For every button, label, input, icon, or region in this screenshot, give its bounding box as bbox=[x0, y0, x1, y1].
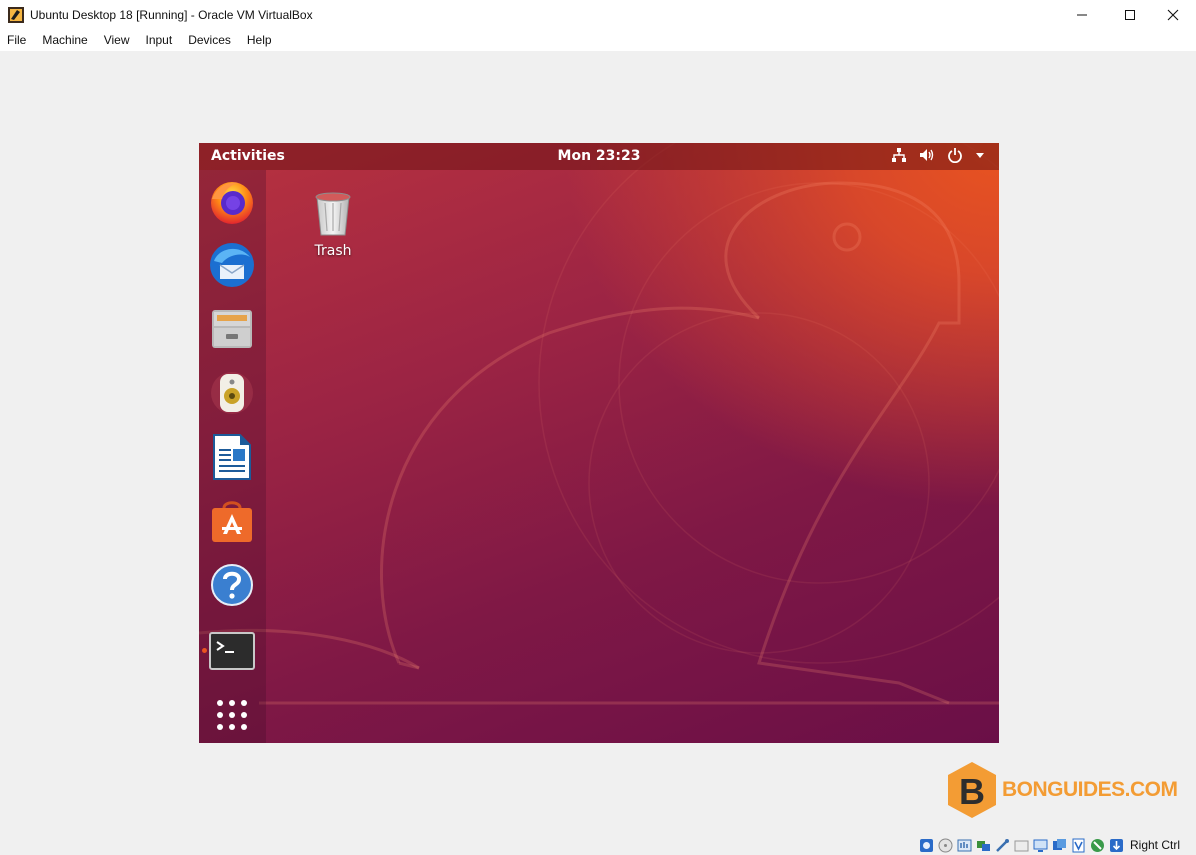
close-icon bbox=[1167, 9, 1179, 21]
dock-thunderbird[interactable] bbox=[207, 240, 257, 290]
display-icon[interactable] bbox=[1033, 838, 1048, 853]
dock-ubuntu-software[interactable] bbox=[207, 496, 257, 546]
dock-firefox[interactable] bbox=[207, 176, 257, 226]
host-key-label: Right Ctrl bbox=[1129, 838, 1180, 852]
network-icon[interactable] bbox=[891, 147, 907, 163]
close-button[interactable] bbox=[1150, 0, 1196, 30]
menu-file[interactable]: File bbox=[0, 30, 34, 51]
maximize-button[interactable] bbox=[1107, 0, 1153, 30]
virtualbox-app-icon bbox=[8, 7, 24, 23]
minimize-button[interactable] bbox=[1059, 0, 1105, 30]
vm-statusbar: Right Ctrl bbox=[0, 835, 1196, 855]
bonguides-logo-icon: B bbox=[948, 762, 996, 818]
minimize-icon bbox=[1077, 14, 1087, 16]
hard-disk-icon[interactable] bbox=[919, 838, 934, 853]
dock-rhythmbox[interactable] bbox=[207, 368, 257, 418]
virtualization-icon[interactable] bbox=[1071, 838, 1086, 853]
dock-help[interactable] bbox=[207, 560, 257, 610]
power-icon[interactable] bbox=[947, 147, 963, 163]
dock-show-applications[interactable] bbox=[207, 690, 257, 740]
maximize-icon bbox=[1125, 10, 1135, 20]
trash-icon bbox=[315, 192, 351, 236]
recording-icon[interactable] bbox=[1052, 838, 1067, 853]
menu-view[interactable]: View bbox=[96, 30, 138, 51]
dock-terminal[interactable] bbox=[207, 626, 257, 676]
gnome-topbar: Activities Mon 23:23 bbox=[199, 143, 999, 170]
menu-input[interactable]: Input bbox=[138, 30, 181, 51]
menubar: File Machine View Input Devices Help bbox=[0, 30, 1196, 51]
rhythmbox-icon bbox=[211, 372, 253, 414]
system-tray[interactable] bbox=[891, 147, 985, 163]
menu-devices[interactable]: Devices bbox=[180, 30, 239, 51]
window-title: Ubuntu Desktop 18 [Running] - Oracle VM … bbox=[30, 8, 313, 22]
show-applications-icon bbox=[217, 700, 247, 730]
svg-text:B: B bbox=[959, 771, 985, 812]
menu-arrow-icon[interactable] bbox=[975, 147, 985, 163]
shared-folders-icon[interactable] bbox=[1014, 838, 1029, 853]
network-adapter-icon[interactable] bbox=[976, 838, 991, 853]
keyboard-capture-icon[interactable] bbox=[1109, 838, 1124, 853]
help-icon bbox=[211, 564, 253, 606]
window-titlebar: Ubuntu Desktop 18 [Running] - Oracle VM … bbox=[0, 0, 1196, 30]
ubuntu-software-icon bbox=[212, 501, 252, 542]
libreoffice-writer-icon bbox=[213, 434, 251, 480]
menu-machine[interactable]: Machine bbox=[34, 30, 95, 51]
audio-icon[interactable] bbox=[957, 838, 972, 853]
clock[interactable]: Mon 23:23 bbox=[199, 148, 999, 164]
volume-icon[interactable] bbox=[919, 147, 935, 163]
bonguides-watermark: B BONGUIDES.COM bbox=[946, 760, 1178, 820]
desktop-trash-label: Trash bbox=[314, 243, 352, 259]
desktop-trash[interactable]: Trash bbox=[307, 189, 359, 259]
watermark-text: BONGUIDES.COM bbox=[1002, 778, 1178, 801]
firefox-icon bbox=[211, 182, 253, 224]
usb-icon[interactable] bbox=[995, 838, 1010, 853]
thunderbird-icon bbox=[210, 243, 254, 287]
files-icon bbox=[212, 310, 252, 348]
menu-help[interactable]: Help bbox=[239, 30, 280, 51]
terminal-icon bbox=[209, 632, 255, 670]
optical-drive-icon[interactable] bbox=[938, 838, 953, 853]
dock-files[interactable] bbox=[207, 304, 257, 354]
dock-libreoffice-writer[interactable] bbox=[207, 432, 257, 482]
vm-display[interactable]: Activities Mon 23:23 Trash bbox=[199, 143, 999, 743]
dock bbox=[199, 170, 266, 743]
mouse-integration-icon[interactable] bbox=[1090, 838, 1105, 853]
